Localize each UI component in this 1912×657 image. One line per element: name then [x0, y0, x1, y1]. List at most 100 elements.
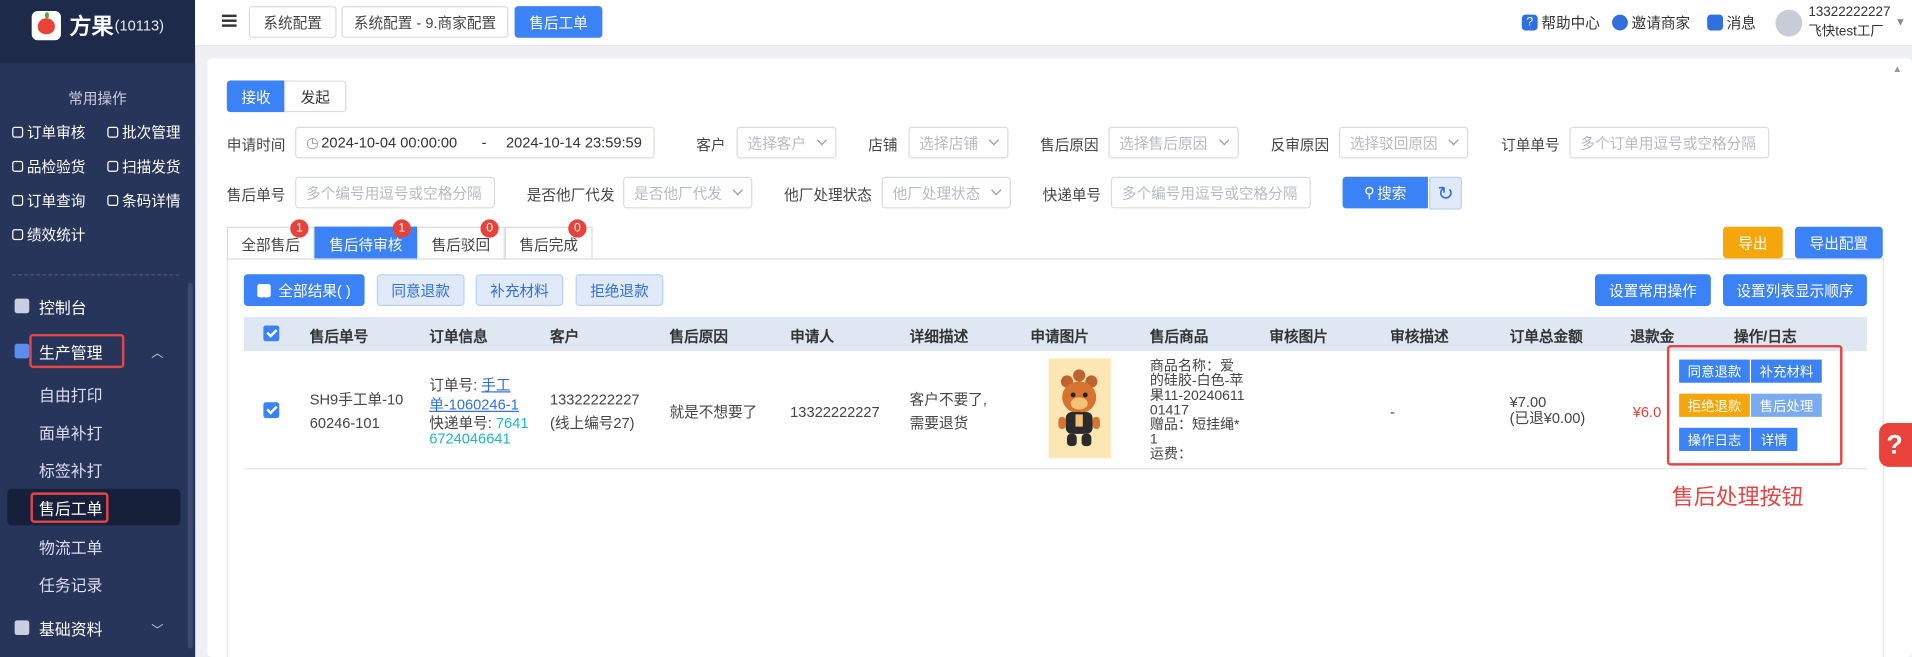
menu-icon[interactable] [221, 14, 237, 27]
sidebar-item-label-reprint[interactable]: 标签补打 [0, 458, 188, 480]
row-divider [243, 468, 1867, 470]
dropdown-icon [732, 184, 743, 196]
applicant-cell: 13322222227 [790, 403, 880, 421]
row-checkbox[interactable] [263, 402, 280, 419]
op-performance[interactable]: 绩效统计 [12, 224, 85, 245]
common-ops-title: 常用操作 [68, 90, 127, 108]
op-order-query[interactable]: 订单查询 [12, 190, 85, 211]
export-button[interactable]: 导出 [1723, 226, 1783, 259]
refresh-icon[interactable]: ↻ [1429, 176, 1463, 210]
aftersale-no-input[interactable]: 多个编号用逗号或空格分隔 [295, 176, 496, 209]
invite-merchant[interactable]: 邀请商家 [1612, 12, 1690, 33]
tab-merchant-config[interactable]: 系统配置 - 9.商家配置 [341, 6, 509, 38]
reason-select[interactable]: 选择售后原因 [1108, 126, 1239, 159]
database-icon [14, 620, 30, 636]
chevron-down-icon: ﹀ [151, 623, 164, 637]
scan-icon [107, 160, 119, 172]
help-center[interactable]: ? 帮助中心 [1521, 12, 1600, 33]
search-button[interactable]: ⚲ 搜索 [1342, 176, 1428, 209]
user-phone: 13322222227 [1808, 4, 1891, 20]
sidebar-item-free-print[interactable]: 自由打印 [0, 383, 188, 405]
col-description: 详细描述 [909, 327, 969, 345]
logo: 方果 (10113) [0, 0, 195, 51]
op-quality-check[interactable]: 品检验货 [12, 156, 85, 177]
batch-icon [107, 126, 119, 138]
tab-rejected[interactable]: 售后驳回 0 [417, 219, 505, 260]
count-badge: 1 [392, 219, 411, 238]
tab-receive[interactable]: 接收 [226, 80, 286, 113]
barcode-icon [107, 195, 119, 206]
dropdown-icon [991, 184, 1002, 196]
sidebar-scrollbar[interactable] [187, 282, 193, 649]
user-icon [1612, 14, 1628, 31]
express-label: 快递单号 [1042, 186, 1102, 204]
op-order-review[interactable]: 订单审核 [12, 122, 85, 143]
header-checkbox[interactable] [263, 325, 280, 342]
tab-system-config[interactable]: 系统配置 [248, 6, 337, 38]
scroll-up-icon[interactable]: ▲ [1893, 63, 1903, 74]
sidebar-item-waybill-reprint[interactable]: 面单补打 [0, 421, 188, 443]
dropdown-icon [816, 135, 828, 146]
tab-aftersale[interactable]: 售后工单 [514, 6, 603, 38]
question-icon: ? [1886, 429, 1903, 460]
highlight-production [29, 333, 125, 369]
tab-pending-review[interactable]: 售后待审核 1 [314, 219, 418, 260]
tab-all-aftersale[interactable]: 全部售后 1 [226, 219, 315, 260]
export-config-button[interactable]: 导出配置 [1794, 226, 1883, 259]
other-factory-select[interactable]: 是否他厂代发 [623, 176, 753, 209]
highlight-aftersale [30, 492, 109, 523]
reject-refund-button[interactable]: 拒绝退款 [575, 274, 664, 306]
count-badge: 0 [568, 219, 587, 238]
query-icon [12, 195, 24, 206]
tab-completed[interactable]: 售后完成 0 [504, 219, 593, 260]
help-icon: ? [1521, 14, 1538, 31]
product-image[interactable] [1048, 358, 1111, 459]
set-column-order-button[interactable]: 设置列表显示顺序 [1723, 274, 1867, 306]
sidebar-item-basic-data[interactable]: 基础资料 ﹀ [0, 617, 188, 639]
description-cell: 客户不要了, 需要退货 [909, 391, 987, 432]
order-no-input[interactable]: 多个订单用逗号或空格分隔 [1569, 126, 1770, 159]
express-link[interactable]: 7641 [496, 414, 529, 431]
op-scan-ship[interactable]: 扫描发货 [107, 156, 180, 177]
order-link[interactable]: 单-1060246-1 [429, 395, 528, 415]
agree-refund-button[interactable]: 同意退款 [376, 274, 465, 306]
express-input[interactable]: 多个编号用逗号或空格分隔 [1110, 176, 1311, 209]
other-status-select[interactable]: 他厂处理状态 [881, 176, 1011, 209]
bear-figure-icon [1058, 369, 1100, 447]
supplement-button[interactable]: 补充材料 [475, 274, 564, 306]
order-link[interactable]: 手工 [481, 377, 510, 394]
messages[interactable]: 消息 [1707, 12, 1756, 33]
sidebar-item-dashboard[interactable]: 控制台 [0, 294, 188, 318]
message-icon [1707, 14, 1724, 31]
sidebar-item-logistics[interactable]: 物流工单 [0, 535, 188, 557]
col-total: 订单总金额 [1509, 327, 1583, 345]
select-all-button[interactable]: 全部结果( ) [243, 274, 365, 306]
shop-select[interactable]: 选择店铺 [908, 126, 1009, 159]
count-badge: 1 [290, 219, 309, 238]
op-batch-manage[interactable]: 批次管理 [107, 122, 180, 143]
caret-down-icon[interactable]: ▼ [1895, 16, 1906, 28]
reject-reason-select[interactable]: 选择驳回原因 [1338, 126, 1469, 159]
sidebar-item-task-log[interactable]: 任务记录 [0, 573, 188, 595]
help-float-button[interactable]: ? [1879, 422, 1912, 467]
checkbox-icon [257, 283, 272, 297]
aftersale-no-label: 售后单号 [226, 186, 286, 204]
set-common-ops-button[interactable]: 设置常用操作 [1594, 274, 1711, 306]
customer-select[interactable]: 选择客户 [736, 126, 837, 159]
page-scrollbar[interactable]: ▲ [1891, 59, 1903, 657]
customer-cell: 13322222227 (线上编号27) [549, 391, 640, 432]
op-barcode-detail[interactable]: 条码详情 [107, 190, 180, 211]
apply-time-label: 申请时间 [226, 136, 286, 154]
date-range-input[interactable]: ◷ 2024-10-04 00:00:00 - 2024-10-14 23:59… [295, 126, 655, 159]
sidebar-divider [12, 274, 180, 276]
chevron-up-icon: ︿ [151, 346, 164, 361]
app-id: (10113) [114, 17, 164, 35]
col-refund: 退款金 [1630, 327, 1675, 345]
tab-initiate[interactable]: 发起 [284, 80, 347, 113]
customer-label: 客户 [696, 136, 726, 154]
other-factory-label: 是否他厂代发 [526, 186, 615, 204]
user-factory: 飞快test工厂 [1808, 24, 1884, 40]
col-order-info: 订单信息 [429, 327, 488, 345]
aftersale-no-cell: SH9手工单-10 60246-101 [309, 391, 404, 432]
avatar[interactable] [1775, 9, 1803, 37]
